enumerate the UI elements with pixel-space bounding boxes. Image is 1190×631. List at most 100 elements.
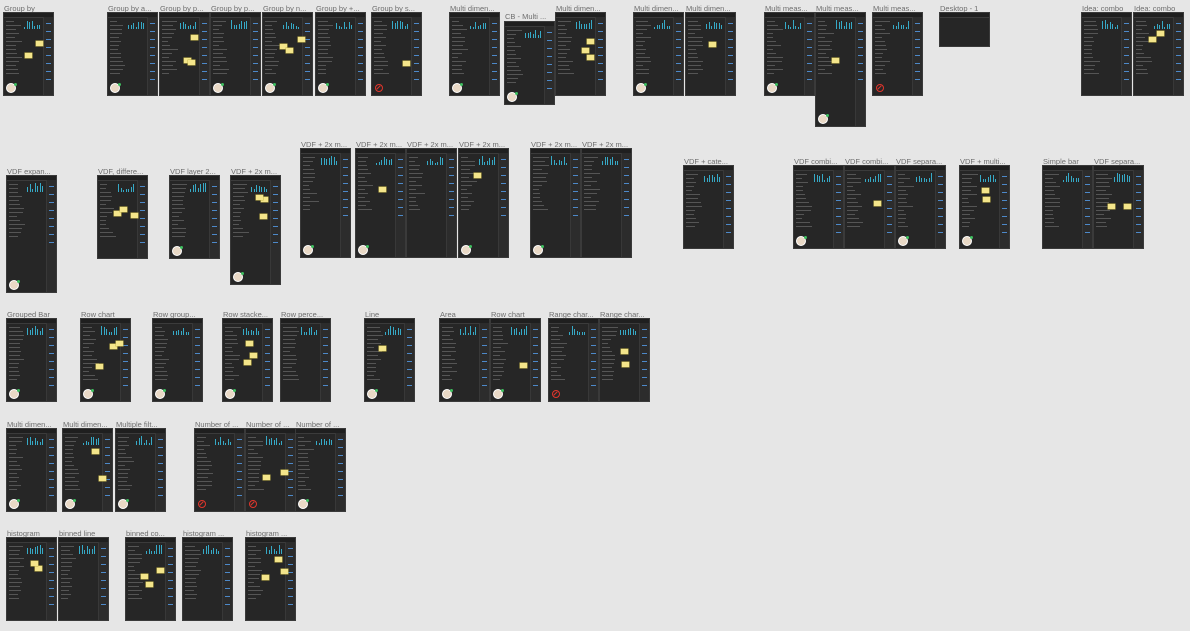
artboard-label[interactable]: Group by n... bbox=[263, 4, 306, 13]
artboard-frame[interactable] bbox=[159, 12, 210, 96]
sticky-note[interactable] bbox=[250, 353, 257, 358]
artboard-frame[interactable] bbox=[764, 12, 815, 96]
artboard-label[interactable]: VDF + cate... bbox=[684, 157, 728, 166]
sticky-note[interactable] bbox=[582, 48, 589, 53]
sticky-note[interactable] bbox=[25, 53, 32, 58]
artboard-frame[interactable] bbox=[581, 148, 632, 258]
artboard-frame[interactable] bbox=[245, 537, 296, 621]
artboard-label[interactable]: VDF combi... bbox=[845, 157, 888, 166]
sticky-note[interactable] bbox=[832, 58, 839, 63]
artboard-label[interactable]: Line bbox=[365, 310, 379, 319]
artboard-label[interactable]: Multiple filt... bbox=[116, 420, 158, 429]
artboard-label[interactable]: Multi dimen... bbox=[450, 4, 495, 13]
artboard-frame[interactable] bbox=[406, 148, 457, 258]
sticky-note[interactable] bbox=[262, 575, 269, 580]
artboard-frame[interactable] bbox=[300, 148, 351, 258]
sticky-note[interactable] bbox=[260, 214, 267, 219]
artboard-frame[interactable] bbox=[295, 428, 346, 512]
artboard-label[interactable]: Multi meas... bbox=[816, 4, 859, 13]
artboard-frame[interactable] bbox=[182, 537, 233, 621]
sticky-note[interactable] bbox=[116, 341, 123, 346]
artboard-label[interactable]: histogram bbox=[7, 529, 40, 538]
sticky-note[interactable] bbox=[286, 48, 293, 53]
artboard-label[interactable]: Number of ... bbox=[246, 420, 289, 429]
artboard-frame[interactable] bbox=[895, 165, 946, 249]
sticky-note[interactable] bbox=[281, 569, 288, 574]
sticky-note[interactable] bbox=[379, 346, 386, 351]
artboard-label[interactable]: VDF + multi... bbox=[960, 157, 1006, 166]
artboard-label[interactable]: Row chart bbox=[81, 310, 115, 319]
artboard-label[interactable]: Group by +... bbox=[316, 4, 360, 13]
artboard-label[interactable]: VDF + 2x m... bbox=[582, 140, 628, 149]
artboard-frame[interactable] bbox=[504, 21, 555, 105]
artboard-frame[interactable] bbox=[6, 537, 57, 621]
sticky-note[interactable] bbox=[1149, 37, 1156, 42]
artboard-frame[interactable] bbox=[6, 428, 57, 512]
artboard-label[interactable]: VDF + 2x m... bbox=[231, 167, 277, 176]
artboard-frame[interactable] bbox=[959, 165, 1010, 249]
artboard-label[interactable]: VDF + 2x m... bbox=[356, 140, 402, 149]
sticky-note[interactable] bbox=[244, 360, 251, 365]
artboard-frame[interactable] bbox=[194, 428, 245, 512]
sticky-note[interactable] bbox=[275, 557, 282, 562]
artboard-label[interactable]: Number of ... bbox=[195, 420, 238, 429]
artboard-frame[interactable] bbox=[939, 12, 990, 47]
artboard-label[interactable]: CB - Multi ... bbox=[505, 12, 546, 21]
artboard-frame[interactable] bbox=[633, 12, 684, 96]
artboard-label[interactable]: Row perce... bbox=[281, 310, 323, 319]
artboard-label[interactable]: VDF combi... bbox=[794, 157, 837, 166]
sticky-note[interactable] bbox=[281, 470, 288, 475]
artboard-label[interactable]: VDF + 2x m... bbox=[407, 140, 453, 149]
artboard-label[interactable]: VDF, differe... bbox=[98, 167, 143, 176]
artboard-label[interactable]: Idea: combo bbox=[1134, 4, 1175, 13]
artboard-frame[interactable] bbox=[683, 165, 734, 249]
artboard-frame[interactable] bbox=[152, 318, 203, 402]
artboard-frame[interactable] bbox=[97, 175, 148, 259]
artboard-frame[interactable] bbox=[115, 428, 166, 512]
sticky-note[interactable] bbox=[709, 42, 716, 47]
artboard-frame[interactable] bbox=[62, 428, 113, 512]
artboard-label[interactable]: Number of ... bbox=[296, 420, 339, 429]
sticky-note[interactable] bbox=[874, 201, 881, 206]
artboard-frame[interactable] bbox=[815, 12, 866, 127]
artboard-frame[interactable] bbox=[490, 318, 541, 402]
artboard-label[interactable]: VDF separa... bbox=[896, 157, 942, 166]
sticky-note[interactable] bbox=[474, 173, 481, 178]
artboard-frame[interactable] bbox=[458, 148, 509, 258]
artboard-frame[interactable] bbox=[548, 318, 599, 402]
sticky-note[interactable] bbox=[1108, 204, 1115, 209]
artboard-label[interactable]: VDF separa... bbox=[1094, 157, 1140, 166]
sticky-note[interactable] bbox=[31, 561, 38, 566]
sticky-note[interactable] bbox=[379, 187, 386, 192]
artboard-label[interactable]: Row chart bbox=[491, 310, 525, 319]
artboard-label[interactable]: Range char... bbox=[549, 310, 594, 319]
sticky-note[interactable] bbox=[298, 37, 305, 42]
artboard-label[interactable]: Multi dimen... bbox=[556, 4, 601, 13]
sticky-note[interactable] bbox=[587, 39, 594, 44]
artboard-frame[interactable] bbox=[80, 318, 131, 402]
artboard-frame[interactable] bbox=[58, 537, 109, 621]
sticky-note[interactable] bbox=[99, 476, 106, 481]
artboard-frame[interactable] bbox=[245, 428, 296, 512]
sticky-note[interactable] bbox=[191, 35, 198, 40]
artboard-frame[interactable] bbox=[222, 318, 273, 402]
sticky-note[interactable] bbox=[403, 61, 410, 66]
artboard-frame[interactable] bbox=[1133, 12, 1184, 96]
artboard-label[interactable]: Idea: combo bbox=[1082, 4, 1123, 13]
artboard-frame[interactable] bbox=[1081, 12, 1132, 96]
artboard-label[interactable]: VDF expan... bbox=[7, 167, 51, 176]
artboard-label[interactable]: binned co... bbox=[126, 529, 165, 538]
artboard-frame[interactable] bbox=[555, 12, 606, 96]
sticky-note[interactable] bbox=[263, 475, 270, 480]
artboard-label[interactable]: Multi meas... bbox=[765, 4, 808, 13]
artboard-label[interactable]: Row group... bbox=[153, 310, 196, 319]
artboard-label[interactable]: Range char... bbox=[600, 310, 645, 319]
artboard-label[interactable]: Multi dimen... bbox=[686, 4, 731, 13]
sticky-note[interactable] bbox=[587, 55, 594, 60]
artboard-frame[interactable] bbox=[169, 175, 220, 259]
artboard-label[interactable]: Multi dimen... bbox=[7, 420, 52, 429]
sticky-note[interactable] bbox=[96, 364, 103, 369]
sticky-note[interactable] bbox=[36, 41, 43, 46]
sticky-note[interactable] bbox=[621, 349, 628, 354]
artboard-label[interactable]: VDF layer 2... bbox=[170, 167, 216, 176]
